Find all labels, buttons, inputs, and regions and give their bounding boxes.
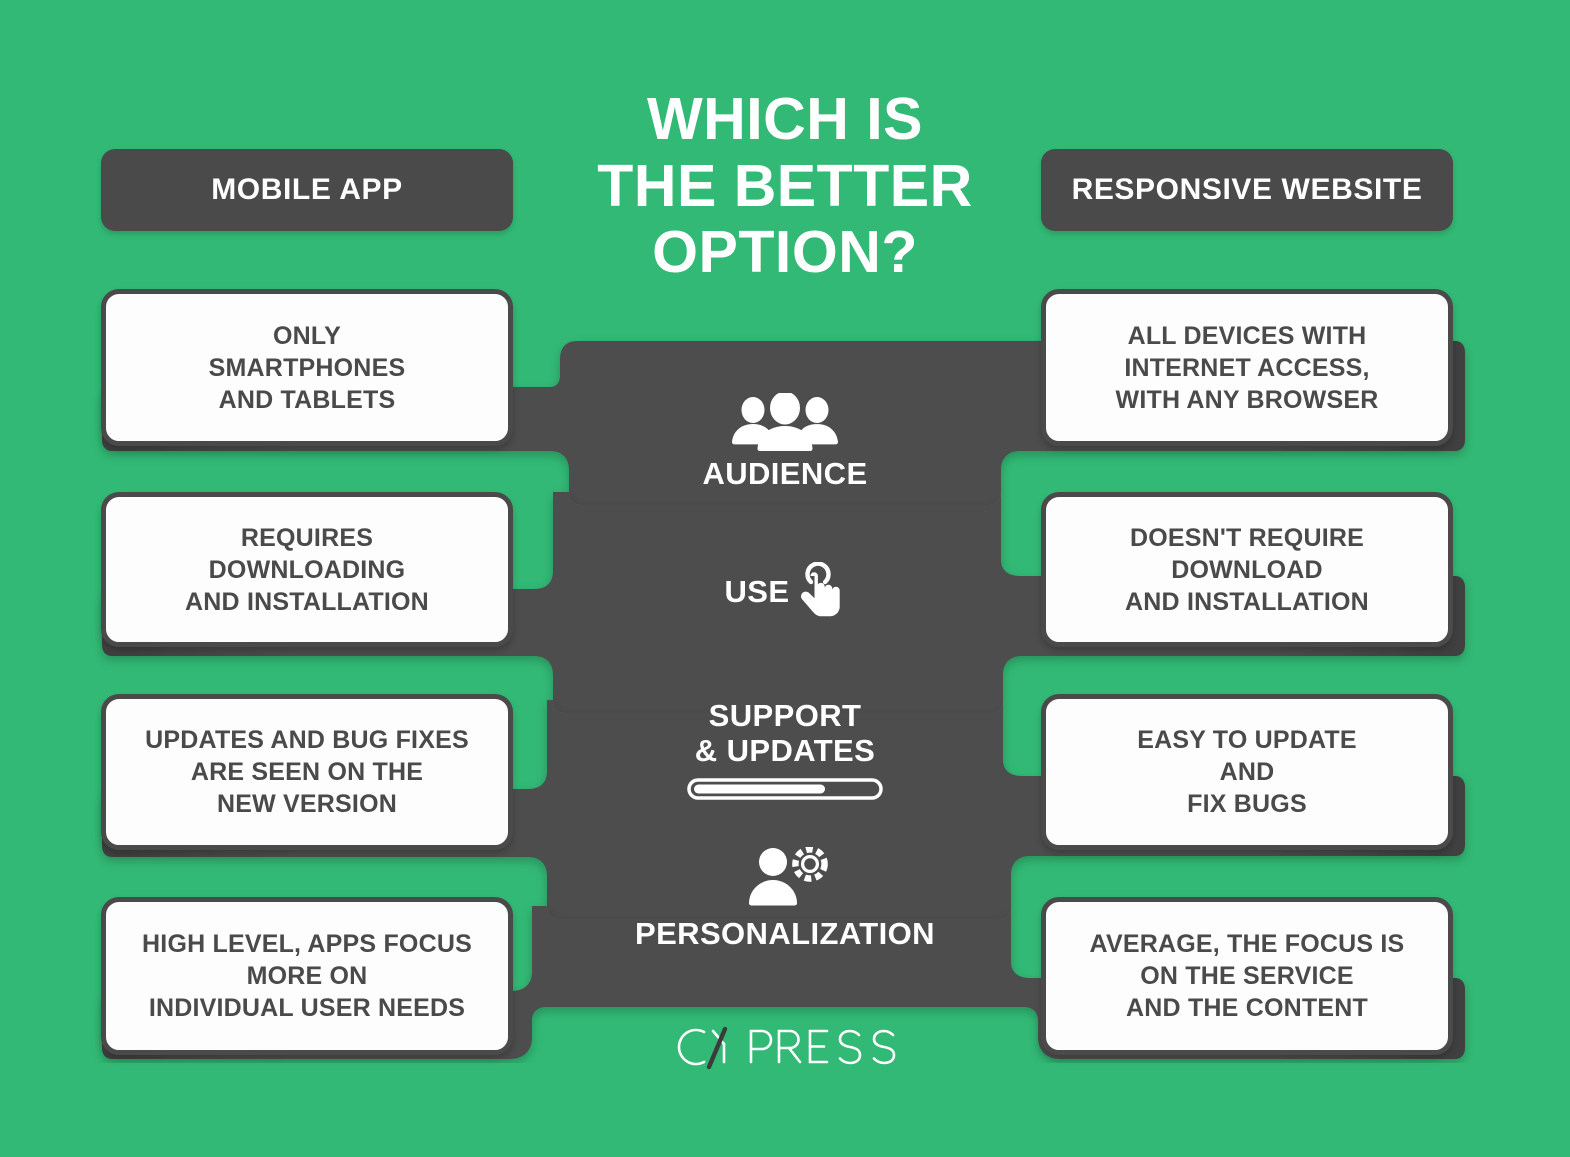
card-mobile-personalization[interactable]: HIGH LEVEL, APPS FOCUS MORE ON INDIVIDUA… [101,897,513,1055]
feature-use: USE [520,556,1050,628]
person-gear-icon [749,846,828,906]
ribbon-bottom-mask [0,1063,1570,1157]
people-group-icon [732,392,838,451]
feature-personalization-label: PERSONALIZATION [635,915,935,951]
tap-hand-icon [801,562,841,617]
page-title-text: WHICH IS THE BETTER OPTION? [597,86,973,286]
card-text: ONLY SMARTPHONES AND TABLETS [208,321,406,414]
card-website-use[interactable]: DOESN'T REQUIRE DOWNLOAD AND INSTALLATIO… [1041,492,1453,647]
card-mobile-support[interactable]: UPDATES AND BUG FIXES ARE SEEN ON THE NE… [101,694,513,850]
card-website-support[interactable]: EASY TO UPDATE AND FIX BUGS [1041,694,1453,850]
progress-bar-icon [687,778,883,805]
cypress-logo-mark [677,1026,896,1070]
progress-fill [694,784,826,794]
card-mobile-audience[interactable]: ONLY SMARTPHONES AND TABLETS [101,289,513,446]
column-header-responsive-website-label: RESPONSIVE WEBSITE [1071,173,1423,206]
card-text: REQUIRES DOWNLOADING AND INSTALLATION [185,523,429,616]
feature-support-updates-label: SUPPORT & UPDATES [694,697,876,768]
feature-audience: AUDIENCE [520,386,1050,498]
card-website-audience[interactable]: ALL DEVICES WITH INTERNET ACCESS, WITH A… [1041,289,1453,446]
card-text: ALL DEVICES WITH INTERNET ACCESS, WITH A… [1115,321,1379,414]
page-title: WHICH IS THE BETTER OPTION? [520,86,1050,286]
card-text: AVERAGE, THE FOCUS IS ON THE SERVICE AND… [1089,930,1405,1022]
feature-use-label: USE [724,573,790,609]
infographic-canvas: WHICH IS THE BETTER OPTION? MOBILE APP R… [0,0,1570,1157]
feature-support-updates: SUPPORT & UPDATES [520,696,1050,808]
card-website-personalization[interactable]: AVERAGE, THE FOCUS IS ON THE SERVICE AND… [1041,897,1453,1055]
cypress-logo[interactable]: CYPRESS [520,1022,1050,1072]
column-header-responsive-website[interactable]: RESPONSIVE WEBSITE [1041,149,1453,231]
card-text: UPDATES AND BUG FIXES ARE SEEN ON THE NE… [145,726,469,818]
card-text: EASY TO UPDATE AND FIX BUGS [1137,726,1357,818]
feature-audience-label: AUDIENCE [702,455,868,491]
column-header-mobile-app[interactable]: MOBILE APP [101,149,513,231]
card-text: DOESN'T REQUIRE DOWNLOAD AND INSTALLATIO… [1125,523,1369,616]
column-header-mobile-app-label: MOBILE APP [211,173,403,206]
card-text: HIGH LEVEL, APPS FOCUS MORE ON INDIVIDUA… [142,930,472,1022]
feature-personalization: PERSONALIZATION [520,840,1050,958]
card-mobile-use[interactable]: REQUIRES DOWNLOADING AND INSTALLATION [101,492,513,647]
